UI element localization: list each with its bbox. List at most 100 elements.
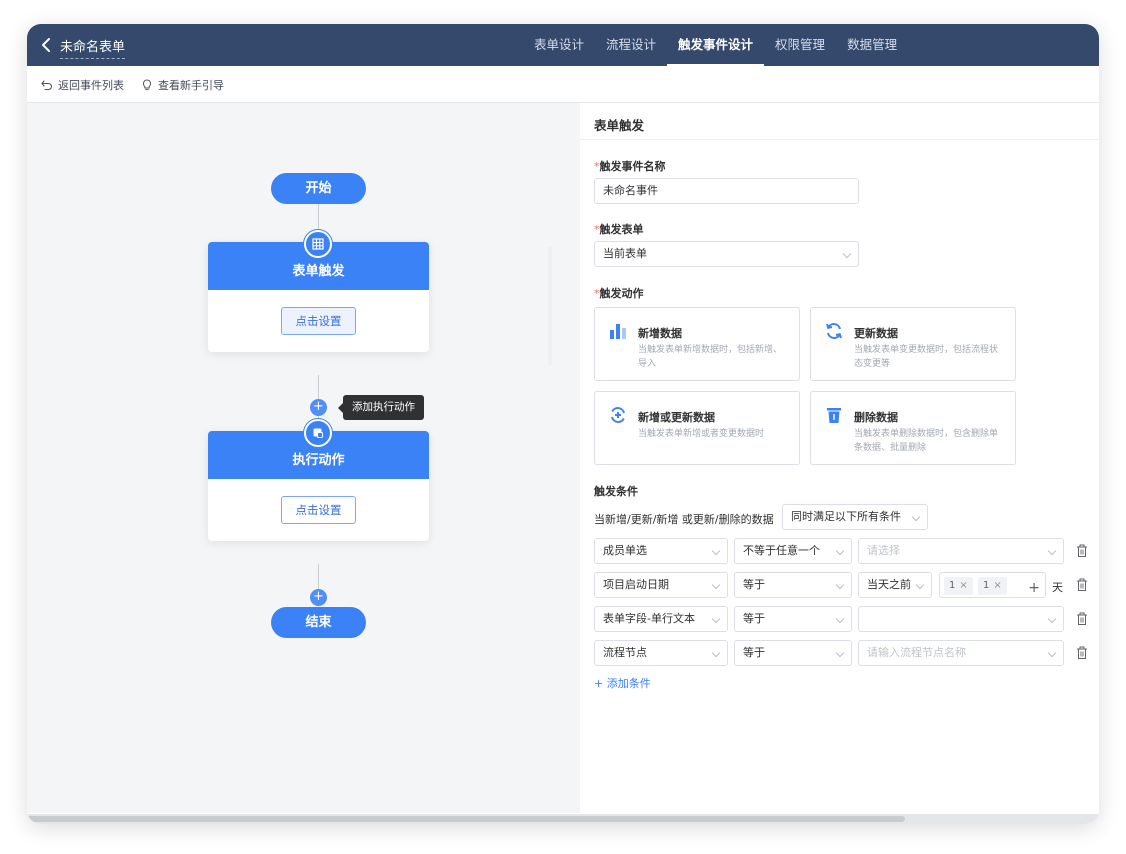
- panel-title: 表单触发: [594, 118, 645, 133]
- condition-operator-select[interactable]: 等于: [734, 640, 852, 666]
- end-node[interactable]: 结束: [271, 607, 366, 638]
- app-window: 未命名表单 表单设计 流程设计 触发事件设计 权限管理 数据管理 返回事件列表 …: [27, 24, 1099, 824]
- close-icon[interactable]: ×: [959, 580, 967, 591]
- top-navigation-bar: 未命名表单 表单设计 流程设计 触发事件设计 权限管理 数据管理: [27, 24, 1099, 66]
- action-card-title: 更新数据: [854, 327, 898, 340]
- bar-chart-icon: [610, 324, 626, 339]
- condition-value-select[interactable]: [858, 606, 1064, 632]
- condition-field-value: 成员单选: [603, 544, 647, 557]
- add-action-tooltip: 添加执行动作: [338, 395, 424, 420]
- condition-relative-date-value: 当天之前: [867, 578, 911, 591]
- condition-field-select[interactable]: 流程节点: [594, 640, 728, 666]
- chevron-down-icon: [1047, 614, 1057, 624]
- chevron-down-icon: [835, 580, 845, 590]
- trigger-settings-button[interactable]: 点击设置: [281, 307, 356, 335]
- action-card-update-data[interactable]: 更新数据 当触发表单变更数据时，包括流程状态变更等: [810, 307, 1016, 381]
- action-card-desc: 当触发表单新增或者变更数据时: [638, 429, 765, 439]
- add-action-button[interactable]: +: [310, 399, 327, 416]
- delete-condition-icon[interactable]: [1076, 646, 1088, 660]
- form-trigger-node[interactable]: 表单触发 点击设置: [208, 242, 429, 352]
- action-card-desc: 当触发表单变更数据时，包括流程状态变更等: [854, 345, 999, 369]
- back-to-event-list-label: 返回事件列表: [58, 79, 124, 92]
- delete-condition-icon[interactable]: [1076, 578, 1088, 592]
- plus-icon[interactable]: +: [1028, 576, 1040, 597]
- condition-field-select[interactable]: 表单字段-单行文本: [594, 606, 728, 632]
- condition-relative-date-select[interactable]: 当天之前: [858, 572, 932, 598]
- chevron-down-icon: [711, 546, 721, 556]
- condition-value-select[interactable]: 请输入流程节点名称: [858, 640, 1064, 666]
- delete-condition-icon[interactable]: [1076, 612, 1088, 626]
- trigger-settings-panel: 表单触发 *触发事件名称 未命名事件 *触发表单 当前表单 *触发动作 新增数据…: [580, 103, 1099, 824]
- close-icon[interactable]: ×: [993, 580, 1001, 591]
- view-guide-button[interactable]: 查看新手引导: [141, 77, 224, 93]
- condition-field-value: 流程节点: [603, 646, 647, 659]
- table-icon: [304, 230, 332, 258]
- chevron-down-icon: [915, 580, 925, 590]
- chevron-down-icon: [835, 648, 845, 658]
- add-step-button[interactable]: +: [310, 589, 327, 606]
- tab-trigger-event-design[interactable]: 触发事件设计: [667, 24, 765, 66]
- trigger-action-label: *触发动作: [594, 287, 644, 300]
- trigger-form-select[interactable]: 当前表单: [594, 241, 859, 267]
- condition-operator-value: 不等于任意一个: [743, 544, 820, 557]
- flow-canvas[interactable]: 开始 表单触发 点击设置 + 添加执行动作 执行动作 点击设置 + 结束: [27, 103, 580, 813]
- chevron-down-icon: [711, 580, 721, 590]
- form-title[interactable]: 未命名表单: [60, 36, 126, 59]
- add-condition-button[interactable]: + 添加条件: [594, 675, 651, 691]
- action-card-desc: 当触发表单新增数据时，包括新增、导入: [638, 345, 783, 369]
- panel-resize-handle[interactable]: [548, 247, 552, 365]
- action-card-desc: 当触发表单删除数据时，包含删除单条数据、批量删除: [854, 429, 999, 453]
- tab-data-management[interactable]: 数据管理: [836, 24, 908, 66]
- value-tag: 1 ×: [978, 577, 1007, 595]
- tab-process-design[interactable]: 流程设计: [595, 24, 667, 66]
- event-name-input[interactable]: 未命名事件: [594, 178, 859, 204]
- condition-operator-value: 等于: [743, 612, 765, 625]
- delete-condition-icon[interactable]: [1076, 544, 1088, 558]
- back-to-event-list-button[interactable]: 返回事件列表: [41, 77, 124, 93]
- action-card-delete-data[interactable]: 删除数据 当触发表单删除数据时，包含删除单条数据、批量删除: [810, 391, 1016, 465]
- match-mode-select[interactable]: 同时满足以下所有条件: [782, 504, 928, 530]
- condition-field-value: 表单字段-单行文本: [603, 612, 695, 625]
- lightbulb-icon: [142, 79, 152, 91]
- condition-operator-value: 等于: [743, 646, 765, 659]
- action-card-add-or-update-data[interactable]: 新增或更新数据 当触发表单新增或者变更数据时: [594, 391, 800, 465]
- condition-day-count-input[interactable]: 1 × 1 × +: [939, 572, 1046, 598]
- condition-value-select[interactable]: 请选择: [858, 538, 1064, 564]
- condition-operator-select[interactable]: 等于: [734, 572, 852, 598]
- trigger-conditions-title: 触发条件: [594, 485, 638, 498]
- trigger-conditions-desc: 当新增/更新/新增 或更新/删除的数据: [594, 513, 774, 526]
- main-tabs: 表单设计 流程设计 触发事件设计 权限管理 数据管理: [523, 24, 908, 66]
- horizontal-scrollbar[interactable]: [27, 814, 1099, 824]
- add-refresh-icon: [611, 407, 625, 423]
- chevron-down-icon: [1047, 546, 1057, 556]
- chevron-down-icon: [711, 648, 721, 658]
- condition-value-placeholder: 请选择: [867, 544, 900, 557]
- tab-permission-management[interactable]: 权限管理: [764, 24, 836, 66]
- condition-operator-select[interactable]: 不等于任意一个: [734, 538, 852, 564]
- match-mode-value: 同时满足以下所有条件: [791, 510, 901, 523]
- action-card-add-data[interactable]: 新增数据 当触发表单新增数据时，包括新增、导入: [594, 307, 800, 381]
- chevron-down-icon: [711, 614, 721, 624]
- action-card-title: 删除数据: [854, 411, 898, 424]
- back-arrow-icon[interactable]: [39, 36, 53, 54]
- divider: [580, 139, 1099, 140]
- condition-operator-select[interactable]: 等于: [734, 606, 852, 632]
- trigger-form-label: *触发表单: [594, 223, 644, 236]
- refresh-icon: [826, 323, 842, 339]
- chevron-down-icon: [1047, 648, 1057, 658]
- tab-form-design[interactable]: 表单设计: [523, 24, 595, 66]
- action-card-title: 新增或更新数据: [638, 411, 715, 424]
- action-settings-button[interactable]: 点击设置: [281, 496, 356, 524]
- action-icon: [304, 419, 332, 447]
- chevron-down-icon: [835, 546, 845, 556]
- start-node[interactable]: 开始: [271, 173, 366, 204]
- execute-action-node[interactable]: 执行动作 点击设置: [208, 431, 429, 541]
- condition-field-select[interactable]: 项目启动日期: [594, 572, 728, 598]
- condition-field-value: 项目启动日期: [603, 578, 669, 591]
- event-name-label: *触发事件名称: [594, 160, 666, 173]
- condition-field-select[interactable]: 成员单选: [594, 538, 728, 564]
- day-unit-label: 天: [1052, 581, 1063, 594]
- view-guide-label: 查看新手引导: [158, 79, 224, 92]
- scrollbar-thumb[interactable]: [27, 816, 905, 822]
- value-tag: 1 ×: [944, 577, 973, 595]
